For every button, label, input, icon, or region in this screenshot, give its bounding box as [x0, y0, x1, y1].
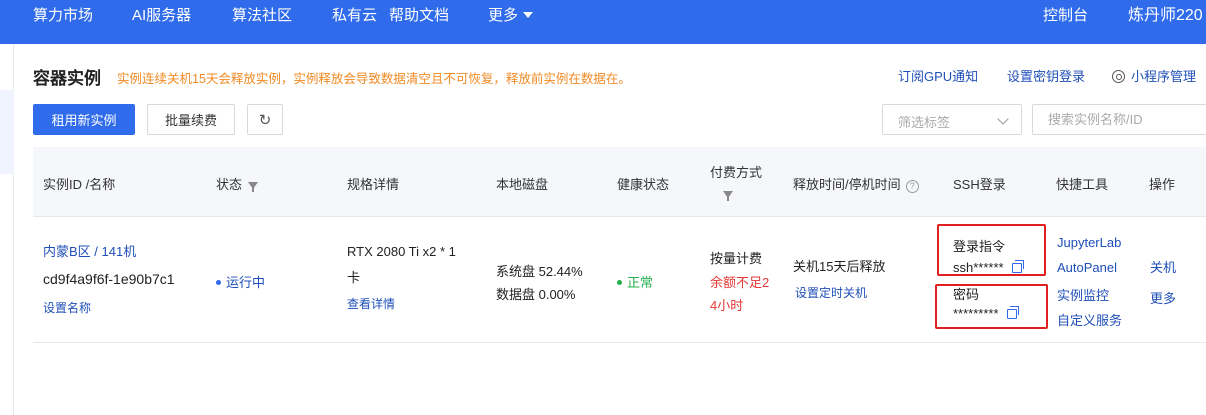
billing-type: 按量计费	[710, 251, 763, 266]
release-notice: 实例连续关机15天会释放实例，实例释放会导致数据清空且不可恢复，释放前实例在数据…	[117, 72, 631, 86]
billing-warning-line-2: 4小时	[710, 298, 744, 313]
nav-more-label: 更多	[488, 7, 519, 24]
filter-icon[interactable]	[248, 182, 259, 192]
instance-id: cd9f4a9f6f-1e90b7c1	[43, 271, 175, 287]
nav-help-docs[interactable]: 帮助文档	[389, 0, 449, 32]
disk-system: 系统盘 52.44%	[496, 264, 583, 279]
caret-down-icon	[523, 12, 534, 18]
release-info: 关机15天后释放	[793, 259, 886, 274]
nav-compute-market[interactable]: 算力市场	[33, 0, 93, 32]
disk-data: 数据盘 0.00%	[496, 287, 576, 302]
status-dot	[216, 280, 221, 285]
billing-filter[interactable]	[717, 186, 733, 201]
tag-filter-placeholder: 筛选标签	[898, 115, 951, 130]
th-tools: 快捷工具	[1056, 177, 1109, 192]
th-status-label: 状态	[216, 177, 243, 192]
set-name-link[interactable]: 设置名称	[43, 299, 91, 316]
more-actions-button[interactable]: 更多	[1150, 288, 1176, 307]
th-spec: 规格详情	[347, 177, 400, 192]
question-icon[interactable]: ?	[905, 180, 919, 193]
view-details-link[interactable]: 查看详情	[347, 295, 395, 312]
refresh-icon: ↻	[258, 111, 272, 129]
health-status: 正常	[617, 272, 653, 291]
tool-autopanel[interactable]: AutoPanel	[1057, 260, 1117, 275]
chevron-down-icon	[997, 113, 1009, 125]
health-dot	[617, 280, 622, 285]
sidebar-active-item[interactable]	[0, 90, 14, 174]
miniprogram-label: 小程序管理	[1131, 69, 1197, 84]
row-divider	[33, 342, 1206, 343]
shutdown-button[interactable]: 关机	[1150, 257, 1176, 276]
th-disk: 本地磁盘	[496, 177, 549, 192]
tool-jupyterlab[interactable]: JupyterLab	[1057, 235, 1121, 250]
th-health: 健康状态	[617, 177, 670, 192]
ssh-key-login-link[interactable]: 设置密钥登录	[1007, 66, 1085, 85]
instance-search-input[interactable]	[1032, 104, 1206, 135]
health-label: 正常	[627, 275, 654, 290]
batch-renew-button[interactable]: 批量续费	[147, 104, 235, 135]
nav-ai-server[interactable]: AI服务器	[132, 0, 191, 32]
nav-private-cloud[interactable]: 私有云	[332, 0, 377, 32]
th-billing: 付费方式	[710, 165, 763, 180]
th-release: 释放时间/停机时间?	[793, 174, 919, 193]
spec-line-1: RTX 2080 Ti x2 * 1	[347, 244, 456, 259]
refresh-button[interactable]: ↻	[247, 104, 283, 135]
th-status: 状态	[216, 174, 259, 193]
rent-new-instance-button[interactable]: 租用新实例	[33, 104, 135, 135]
th-id-name: 实例ID /名称	[43, 177, 116, 192]
filter-icon	[723, 191, 733, 201]
th-ssh: SSH登录	[953, 177, 1006, 192]
tool-instance-monitor[interactable]: 实例监控	[1057, 285, 1109, 304]
left-sidebar-edge	[0, 44, 14, 415]
nav-algorithm-community[interactable]: 算法社区	[232, 0, 292, 32]
top-nav: 算力市场 AI服务器 算法社区 私有云 帮助文档 更多 控制台 炼丹师220	[0, 0, 1206, 44]
highlight-box-ssh-command	[937, 224, 1046, 276]
th-ops: 操作	[1149, 177, 1176, 192]
miniprogram-link[interactable]: 小程序管理	[1112, 66, 1196, 85]
nav-user[interactable]: 炼丹师220	[1128, 0, 1203, 32]
spec-line-2: 卡	[347, 270, 361, 285]
th-release-label: 释放时间/停机时间	[793, 177, 901, 192]
billing-warning-line-1: 余额不足2	[710, 275, 770, 290]
status-running: 运行中	[216, 272, 265, 291]
instance-region[interactable]: 内蒙B区 / 141机	[43, 241, 136, 260]
highlight-box-password	[935, 284, 1048, 329]
tool-custom-service[interactable]: 自定义服务	[1057, 310, 1122, 329]
page-title: 容器实例	[33, 69, 101, 88]
miniprogram-icon	[1112, 70, 1125, 83]
table-header: 实例ID /名称 状态 规格详情 本地磁盘 健康状态 付费方式 释放时间/停机时…	[33, 147, 1206, 217]
nav-more[interactable]: 更多	[488, 0, 534, 32]
status-label: 运行中	[226, 275, 266, 290]
nav-console[interactable]: 控制台	[1043, 0, 1088, 32]
tag-filter-select[interactable]: 筛选标签	[882, 104, 1022, 135]
set-shutdown-link[interactable]: 设置定时关机	[795, 284, 867, 301]
subscribe-gpu-link[interactable]: 订阅GPU通知	[898, 66, 978, 85]
